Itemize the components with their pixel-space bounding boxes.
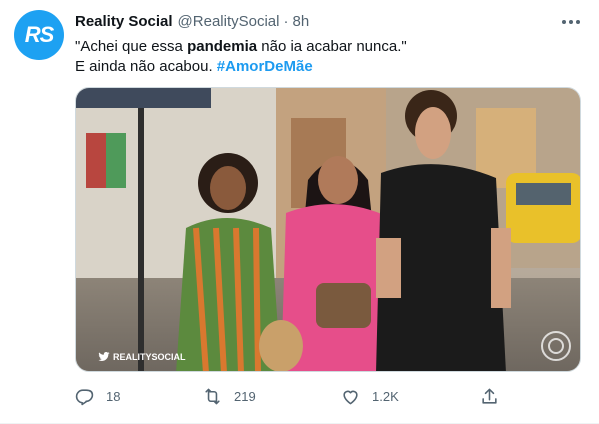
- tweet-actions: 18 219 1.2K: [75, 383, 505, 409]
- tweet-text: "Achei que essa pandemia não ia acabar n…: [75, 37, 575, 77]
- retweet-count: 219: [234, 388, 256, 404]
- header-separator: ·: [283, 12, 289, 30]
- account-handle[interactable]: @RealitySocial: [178, 13, 280, 30]
- tweet-text-line-2: E ainda não acabou. #AmorDeMãe: [75, 57, 575, 77]
- account-name[interactable]: Reality Social: [75, 13, 173, 30]
- like-count: 1.2K: [372, 388, 399, 404]
- tweet-text-part: não ia acabar nunca.": [257, 38, 407, 55]
- tweet-time[interactable]: 8h: [292, 13, 309, 30]
- reply-count: 18: [106, 388, 121, 404]
- tweet-text-part: "Achei que essa: [75, 38, 188, 55]
- avatar[interactable]: RS: [14, 10, 64, 60]
- heart-icon: [343, 390, 358, 404]
- tweet-text-line-1: "Achei que essa pandemia não ia acabar n…: [75, 37, 575, 57]
- media-watermark: REALITYSOCIAL: [98, 352, 186, 362]
- tweet-photo[interactable]: REALITYSOCIAL: [75, 87, 581, 372]
- retweet-icon: [205, 388, 220, 404]
- tweet-text-part: E ainda não acabou.: [75, 58, 217, 75]
- avatar-logo-text: RS: [24, 22, 55, 47]
- like-button[interactable]: 1.2K: [341, 383, 399, 409]
- retweet-button[interactable]: 219: [203, 383, 256, 409]
- tweet-text-bold: pandemia: [187, 38, 258, 55]
- watermark-text: REALITYSOCIAL: [113, 352, 186, 362]
- tweet-card[interactable]: RS Reality Social @RealitySocial · 8h "A…: [0, 0, 599, 424]
- reply-icon: [75, 388, 94, 405]
- tweet-header: Reality Social @RealitySocial · 8h: [75, 11, 309, 31]
- share-icon: [482, 388, 497, 404]
- reply-button[interactable]: 18: [75, 383, 120, 409]
- more-options-button[interactable]: [560, 12, 582, 32]
- share-button[interactable]: [480, 383, 511, 409]
- bird-icon: [98, 352, 110, 361]
- more-icon: [562, 20, 580, 24]
- hashtag-link[interactable]: #AmorDeMãe: [217, 58, 313, 75]
- tweet-photo-image: [76, 88, 580, 371]
